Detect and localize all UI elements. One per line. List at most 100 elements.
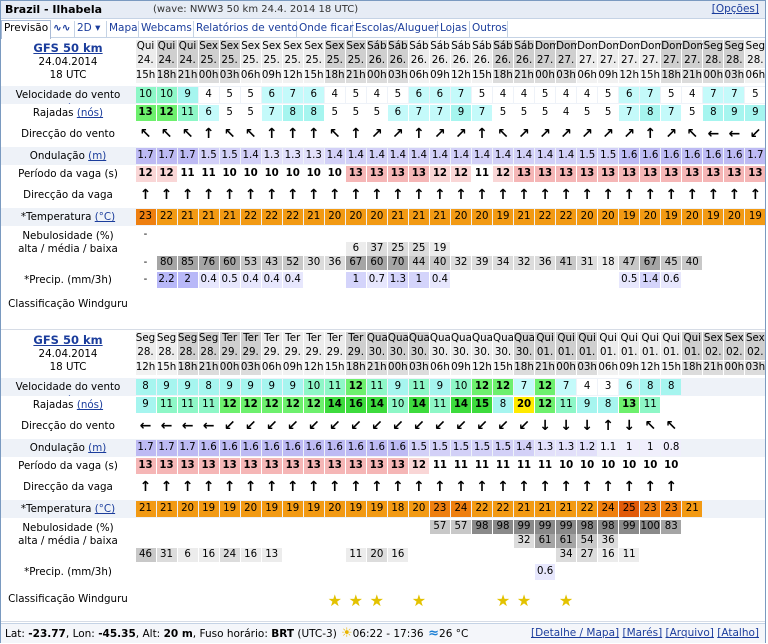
options-link[interactable]: [Opções]: [712, 3, 759, 15]
model-name-link[interactable]: GFS 50 km: [1, 41, 135, 55]
model-link[interactable]: GFS 50 km: [33, 333, 102, 347]
cloud-label-sub: alta / média / baixa: [18, 535, 118, 547]
cell-wave_dir: ↑: [644, 479, 657, 495]
hour-cell: 00h: [219, 361, 240, 375]
cell-period: [724, 458, 744, 474]
cell-period: [745, 458, 765, 474]
day-date: 28.: [158, 346, 175, 358]
cell-period: 13: [724, 166, 745, 182]
cell-swell: 1.6: [324, 440, 345, 456]
cell-temp: 22: [261, 209, 282, 225]
footer-link-2[interactable]: [Arquivo]: [666, 627, 714, 639]
day-header-cell: Sáb 26.: [514, 40, 535, 68]
cell-swell: 1.6: [387, 440, 408, 456]
cell-gusts: 14: [324, 397, 345, 413]
model-name-link[interactable]: GFS 50 km: [1, 333, 135, 347]
hour-cell: 00h: [387, 361, 408, 375]
cell-wave_dir: ↑: [623, 479, 636, 495]
cell-wave_dir: ↑: [497, 187, 509, 203]
tab-1[interactable]: ∿∿: [51, 21, 75, 37]
cell-cloud_high: 99: [556, 520, 577, 534]
cell-temp: 23: [661, 501, 682, 517]
row-label-text: Rajadas: [32, 399, 74, 411]
row-label-text: Direcção da vaga: [23, 481, 113, 493]
cell-swell: 1.2: [577, 440, 598, 456]
tz-label: Fuso horário:: [199, 628, 268, 640]
cell-wind_dir: ←: [728, 126, 741, 142]
cell-cloud_low: [430, 548, 450, 562]
rating-star-icon: ★: [516, 591, 532, 610]
hour-cell: 03h: [577, 361, 598, 375]
cell-cloud_low: 34: [493, 256, 514, 270]
cell-temp: 19: [198, 501, 219, 517]
cell-swell: [724, 440, 744, 456]
cell-precip: [661, 564, 681, 580]
alt-value: 20 m: [163, 628, 193, 640]
cell-cloud_high: [325, 520, 345, 534]
cell-cloud_high: [304, 228, 324, 242]
cell-cloud_high: 100: [640, 520, 661, 534]
cell-temp: 19: [745, 209, 766, 225]
cell-precip: [724, 272, 744, 288]
cell-wave_dir: ↑: [602, 187, 615, 203]
day-header-cell: Sex 25.: [303, 40, 324, 68]
tab-4[interactable]: Webcams: [139, 21, 194, 37]
row-unit-link[interactable]: (°C): [95, 211, 115, 223]
cell-cloud_mid: [472, 534, 492, 548]
cell-precip: [325, 564, 345, 580]
cell-swell: [682, 440, 702, 456]
row-unit-link[interactable]: (°C): [95, 503, 115, 515]
cell-temp: [703, 501, 723, 517]
cell-swell: 1.5: [471, 440, 492, 456]
tab-0[interactable]: Previsão: [1, 20, 51, 39]
row-unit-link[interactable]: (m): [88, 442, 106, 454]
tab-9[interactable]: Outros: [470, 21, 508, 37]
cell-cloud_high: 99: [619, 520, 640, 534]
footer-link-1[interactable]: [Marés]: [622, 627, 662, 639]
cell-wind: 12: [345, 379, 366, 395]
cell-cloud_high: [283, 228, 303, 242]
tab-2[interactable]: 2D ▾: [75, 21, 107, 37]
tab-5[interactable]: Relatórios de vento: [194, 21, 298, 37]
cell-cloud_mid: [241, 242, 261, 256]
cell-precip: [325, 272, 345, 288]
cell-temp: 22: [556, 209, 577, 225]
row-unit-link[interactable]: (nós): [77, 399, 103, 411]
cell-wave_dir: ↑: [497, 479, 509, 495]
day-name: Sex: [724, 332, 744, 344]
cell-temp: 24: [598, 501, 619, 517]
cell-cloud_low: 80: [156, 256, 177, 270]
cell-cloud_high: 98: [493, 520, 514, 534]
cell-precip: [556, 564, 576, 580]
footer-links: [Detalhe / Mapa] [Marés] [Arquivo] [Atal…: [531, 624, 759, 643]
cell-wind: 5: [387, 87, 408, 103]
cell-wind: 7: [703, 87, 724, 103]
cell-precip: [598, 564, 618, 580]
row-unit-link[interactable]: (m): [88, 150, 106, 162]
footer-link-0[interactable]: [Detalhe / Mapa]: [531, 627, 619, 639]
day-header-cell: Dom 27.: [619, 40, 643, 68]
day-date: 25.: [242, 54, 259, 66]
day-name: Seg: [135, 332, 156, 344]
cell-wind_dir: ↗: [602, 126, 615, 142]
cell-wind_dir: ↖: [644, 418, 657, 434]
day-date: 25.: [284, 54, 301, 66]
model-link[interactable]: GFS 50 km: [33, 41, 102, 55]
cell-wave_dir: ↑: [139, 479, 152, 495]
tab-6[interactable]: Onde ficar: [297, 21, 354, 37]
cell-swell: 1.4: [240, 148, 261, 164]
cell-cloud_low: 16: [240, 548, 261, 562]
row-unit-link[interactable]: (nós): [77, 107, 103, 119]
day-header-cell: Dom 27.: [661, 40, 686, 68]
tab-8[interactable]: Lojas: [438, 21, 470, 37]
cell-swell: 1: [640, 440, 661, 456]
cell-cloud_high: [367, 228, 387, 242]
footer-link-3[interactable]: [Atalho]: [717, 627, 759, 639]
cell-wave_dir: ↑: [392, 479, 404, 495]
tab-3[interactable]: Mapa: [107, 21, 139, 37]
cell-gusts: 4: [556, 105, 577, 121]
row-label-temp: *Temperatura (°C): [1, 502, 135, 518]
cell-cloud_low: [451, 548, 471, 562]
tab-7[interactable]: Escolas/Aluguer: [353, 21, 439, 37]
day-date: 25.: [347, 54, 364, 66]
